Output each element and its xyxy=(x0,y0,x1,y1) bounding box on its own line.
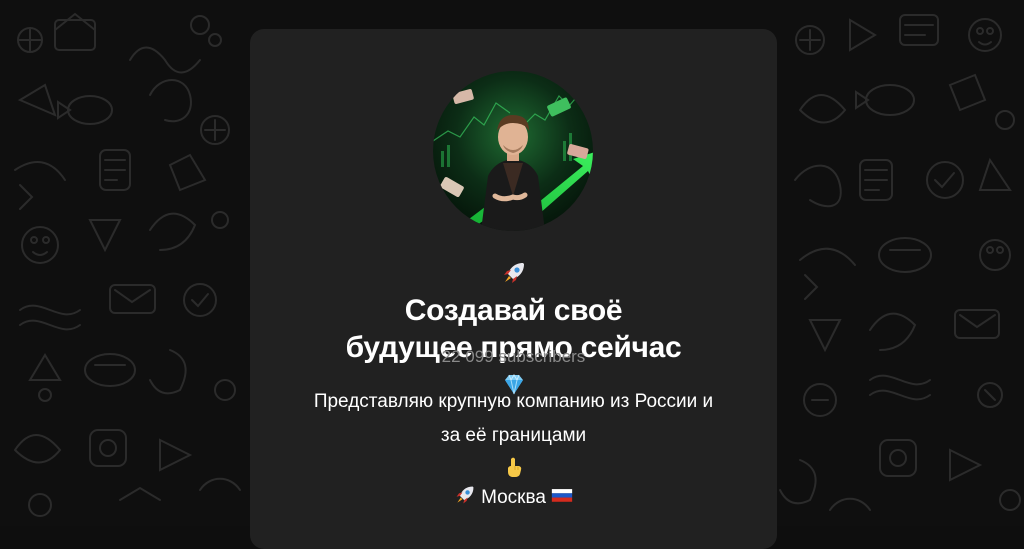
russia-flag-icon xyxy=(552,489,573,502)
rocket-icon xyxy=(456,486,474,504)
avatar-image xyxy=(433,71,593,231)
title-text-1: Создавай своё xyxy=(404,294,623,327)
channel-location: Москва xyxy=(250,484,777,509)
description-line-2: за её границами xyxy=(250,419,777,487)
description-line-1: Представляю крупную компанию из России и xyxy=(313,391,714,412)
subscriber-count: 22 099 subscribers xyxy=(441,347,586,366)
channel-description: Представляю крупную компанию из России и… xyxy=(250,385,777,487)
description-text-2: за её границами xyxy=(440,425,587,446)
channel-title: Создавай своё будущее прямо сейчас xyxy=(250,255,777,403)
rocket-icon xyxy=(503,263,524,283)
pointing-up-icon xyxy=(507,457,521,477)
location-text: Москва xyxy=(481,487,546,508)
channel-title-line-1: Создавай своё xyxy=(250,255,777,329)
channel-info-card: Создавай своё будущее прямо сейчас 22 09… xyxy=(250,29,777,549)
channel-avatar[interactable] xyxy=(433,71,593,231)
